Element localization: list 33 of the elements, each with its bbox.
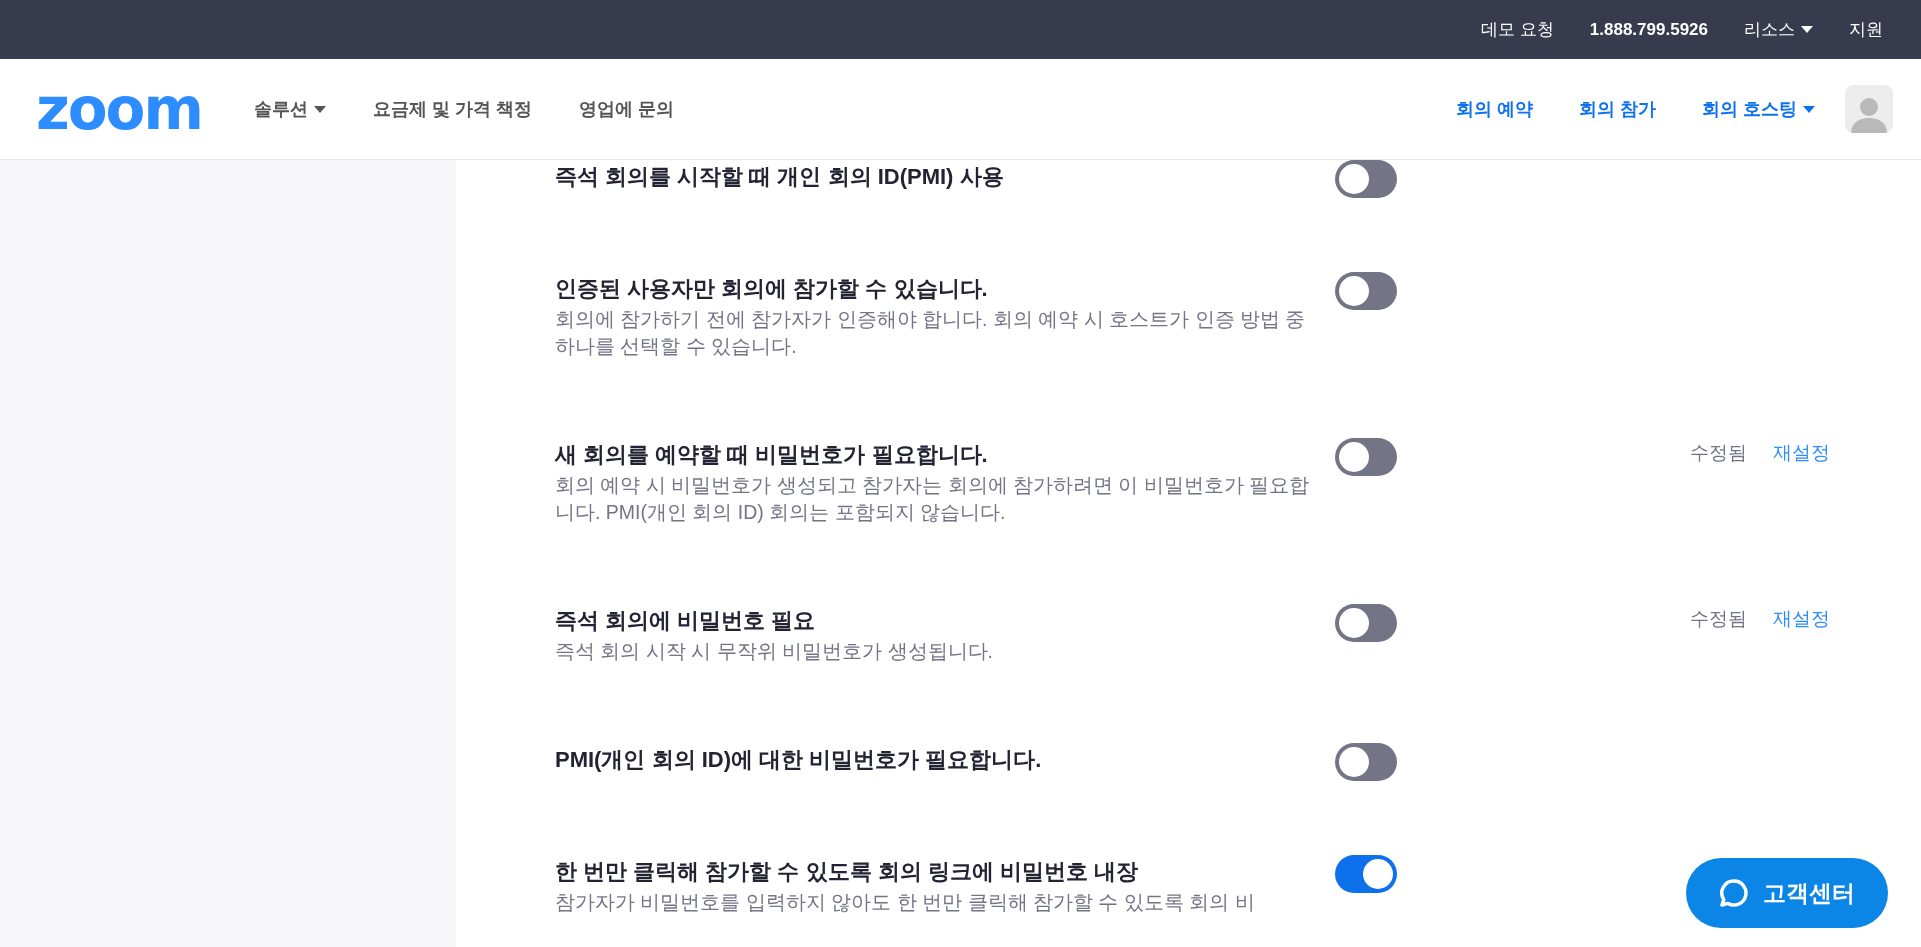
toggle-switch[interactable] bbox=[1335, 604, 1397, 642]
help-center-button[interactable]: 고객센터 bbox=[1686, 858, 1888, 928]
setting-title: 즉석 회의를 시작할 때 개인 회의 ID(PMI) 사용 bbox=[555, 163, 1005, 191]
setting-title: 새 회의를 예약할 때 비밀번호가 필요합니다. bbox=[555, 441, 989, 469]
toggle-switch[interactable] bbox=[1335, 160, 1397, 198]
caret-icon bbox=[313, 105, 326, 113]
nav-link[interactable]: 영업에 문의 bbox=[578, 97, 674, 121]
top-menu[interactable]: 리소스 bbox=[1744, 18, 1813, 41]
modified-label: 수정됨 bbox=[1690, 607, 1747, 631]
setting-description: 회의에 참가하기 전에 참가자가 인증해야 합니다. 회의 예약 시 호스트가 인증 방법 중 하나를 선택할 수 있습니다. bbox=[555, 307, 1307, 359]
top-link[interactable]: 지원 bbox=[1849, 18, 1883, 41]
phone-number[interactable]: 1.888.799.5926 bbox=[1589, 19, 1708, 40]
header-link[interactable]: 회의 호스팅 bbox=[1702, 97, 1815, 121]
toggle-switch[interactable] bbox=[1335, 272, 1397, 310]
caret-icon bbox=[1801, 26, 1813, 33]
top-link[interactable]: 데모 요청 bbox=[1481, 18, 1554, 41]
toggle-switch[interactable] bbox=[1335, 743, 1397, 781]
setting-title: 즉석 회의에 비밀번호 필요 bbox=[555, 607, 817, 635]
nav-link[interactable]: 요금제 및 가격 책정 bbox=[372, 97, 532, 121]
nav-link[interactable]: 솔루션 bbox=[253, 97, 326, 121]
setting-title: 인증된 사용자만 회의에 참가할 수 있습니다. bbox=[555, 275, 989, 303]
modified-label: 수정됨 bbox=[1690, 441, 1747, 465]
toggle-switch[interactable] bbox=[1335, 438, 1397, 476]
header-link[interactable]: 회의 참가 bbox=[1578, 97, 1656, 121]
setting-description: 즉석 회의 시작 시 무작위 비밀번호가 생성됩니다. bbox=[555, 639, 994, 664]
caret-icon bbox=[1803, 105, 1815, 113]
setting-title: 한 번만 클릭해 참가할 수 있도록 회의 링크에 비밀번호 내장 bbox=[555, 858, 1139, 886]
toggle-switch[interactable] bbox=[1335, 855, 1397, 893]
setting-description: 참가자가 비밀번호를 입력하지 않아도 한 번만 클릭해 참가할 수 있도록 회의 비 bbox=[555, 890, 1256, 915]
header-link[interactable]: 회의 예약 bbox=[1455, 97, 1533, 121]
setting-description: 회의 예약 시 비밀번호가 생성되고 참가자는 회의에 참가하려면 이 비밀번호가 필요합니다. PMI(개인 회의 ID) 회의는 포함되지 않습니다. bbox=[555, 473, 1311, 525]
setting-title: PMI(개인 회의 ID)에 대한 비밀번호가 필요합니다. bbox=[555, 746, 1043, 774]
chat-bubble-icon bbox=[1719, 878, 1749, 908]
